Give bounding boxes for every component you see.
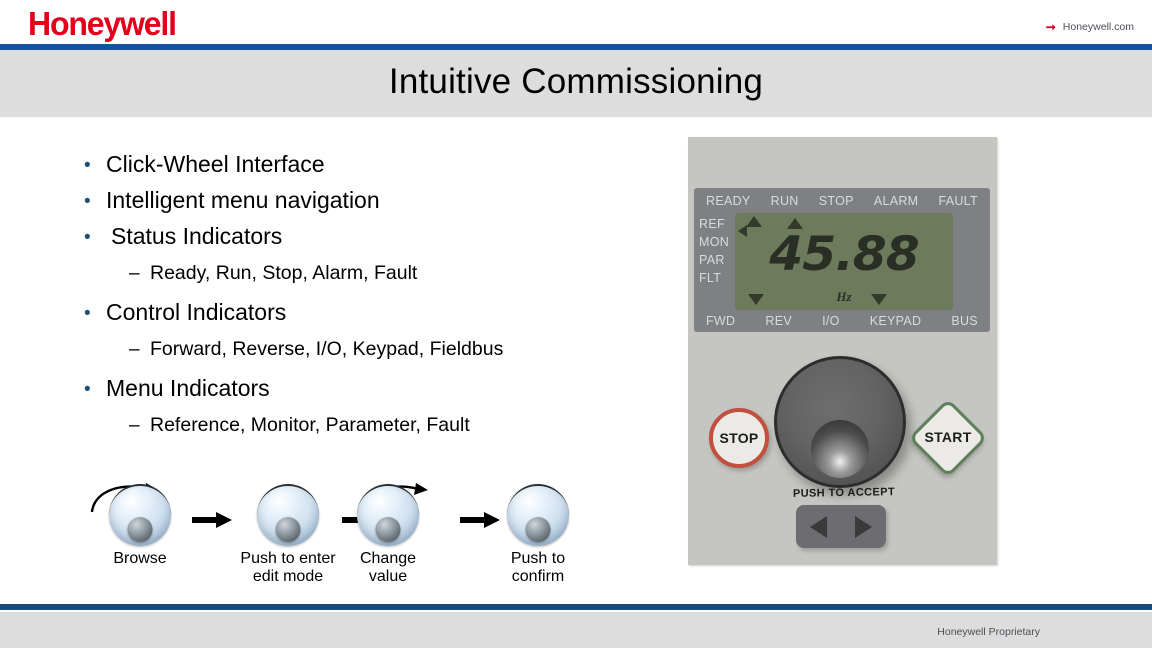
bullet-marker-icon: • [84,155,91,176]
dash-marker-icon: – [129,262,140,284]
triangle-right-icon[interactable] [855,515,872,538]
dash-marker-icon: – [129,414,140,436]
control-indicator-keypad: KEYPAD [869,314,922,328]
list-item: • Intelligent menu navigation [84,186,674,215]
lcd-value: 45.88 [769,227,919,282]
bullet-list: • Click-Wheel Interface • Intelligent me… [84,150,674,450]
status-indicator-run: RUN [770,194,799,208]
arrow-right-icon: ➞ [1045,20,1056,34]
start-button[interactable] [908,398,988,478]
navigation-pad[interactable] [796,505,886,548]
click-wheel-dial[interactable] [774,356,906,488]
sub-list-item: – Ready, Run, Stop, Alarm, Fault [129,261,674,286]
control-indicator-rev: REV [765,314,793,328]
list-item: • Click-Wheel Interface [84,150,674,179]
click-wheel-step-diagram: Browse Push to enter edit mode Change va… [84,462,624,592]
control-indicator-row: FWD REV I/O KEYPAD BUS [694,314,990,328]
stop-button[interactable]: STOP [709,408,769,468]
step-push-to-enter-edit-mode: Push to enter edit mode [232,484,344,586]
footer-divider [0,604,1152,610]
bullet-marker-icon: • [84,378,91,400]
status-indicator-fault: FAULT [938,194,978,208]
control-indicator-fwd: FWD [706,314,736,328]
menu-indicator-mon: MON [699,235,730,250]
honeywell-logo: Honeywell [28,5,177,42]
sub-list-item-label: Ready, Run, Stop, Alarm, Fault [150,261,418,284]
list-item: • Status Indicators [84,222,674,251]
push-to-accept-label: PUSH TO ACCEPT [792,486,896,500]
page-title: Intuitive Commissioning [388,62,764,101]
vfd-keypad-panel: READY RUN STOP ALARM FAULT REF MON PAR F… [688,137,997,565]
menu-indicator-ref: REF [699,217,725,231]
lcd-unit: Hz [836,289,852,304]
step-arrow-icon-1 [192,512,232,528]
wheel-knob-icon [109,484,171,546]
step-label: Change value [359,550,417,585]
control-indicator-io: I/O [822,314,840,328]
bullet-marker-icon: • [84,190,91,212]
list-item: • Control Indicators [84,298,674,327]
lcd-screen: 45.88 Hz [735,213,953,310]
menu-indicator-flt: FLT [699,271,722,286]
page-header: Honeywell ➞ Honeywell.com [0,0,1152,44]
list-item-label: Intelligent menu navigation [106,186,380,213]
sub-list-item-label: Reference, Monitor, Parameter, Fault [150,413,470,436]
status-indicator-row: READY RUN STOP ALARM FAULT [694,194,990,208]
status-indicator-stop: STOP [818,194,854,208]
wheel-knob-icon [507,484,569,546]
control-indicator-bus: BUS [951,314,978,328]
stop-button-label: STOP [719,430,759,446]
list-item-label: Click-Wheel Interface [106,151,325,177]
list-item-label: Control Indicators [106,298,287,325]
site-link-label: Honeywell.com [1062,21,1134,33]
step-label: Browse [113,550,167,567]
step-browse: Browse [84,483,196,568]
bullet-marker-icon: • [84,226,91,248]
status-indicator-ready: READY [706,194,751,208]
display-bezel: READY RUN STOP ALARM FAULT REF MON PAR F… [694,188,990,332]
status-indicator-alarm: ALARM [873,194,919,208]
sub-list-item: – Forward, Reverse, I/O, Keypad, Fieldbu… [129,337,674,362]
footer-text: Honeywell Proprietary [937,626,1040,638]
lcd-pointer-up-left-icon [746,216,762,227]
step-label: Push to enter edit mode [240,550,336,585]
list-item: • Menu Indicators [84,374,674,403]
list-item-label: Status Indicators [111,222,283,249]
step-label: Push to confirm [510,550,566,585]
list-item-label: Menu Indicators [106,374,270,401]
sub-list-item: – Reference, Monitor, Parameter, Fault [129,413,674,438]
step-change-value: Change value [332,483,444,586]
menu-indicator-column: REF MON PAR FLT [699,217,735,286]
wheel-knob-icon [257,484,319,546]
sub-list-item-label: Forward, Reverse, I/O, Keypad, Fieldbus [150,337,504,360]
triangle-left-icon[interactable] [810,515,827,538]
dash-marker-icon: – [129,338,140,360]
honeywell-com-link[interactable]: ➞ Honeywell.com [1046,21,1134,33]
wheel-knob-icon [357,484,419,546]
bullet-marker-icon: • [84,302,91,324]
menu-indicator-par: PAR [699,253,725,268]
step-push-to-confirm: Push to confirm [482,484,594,586]
